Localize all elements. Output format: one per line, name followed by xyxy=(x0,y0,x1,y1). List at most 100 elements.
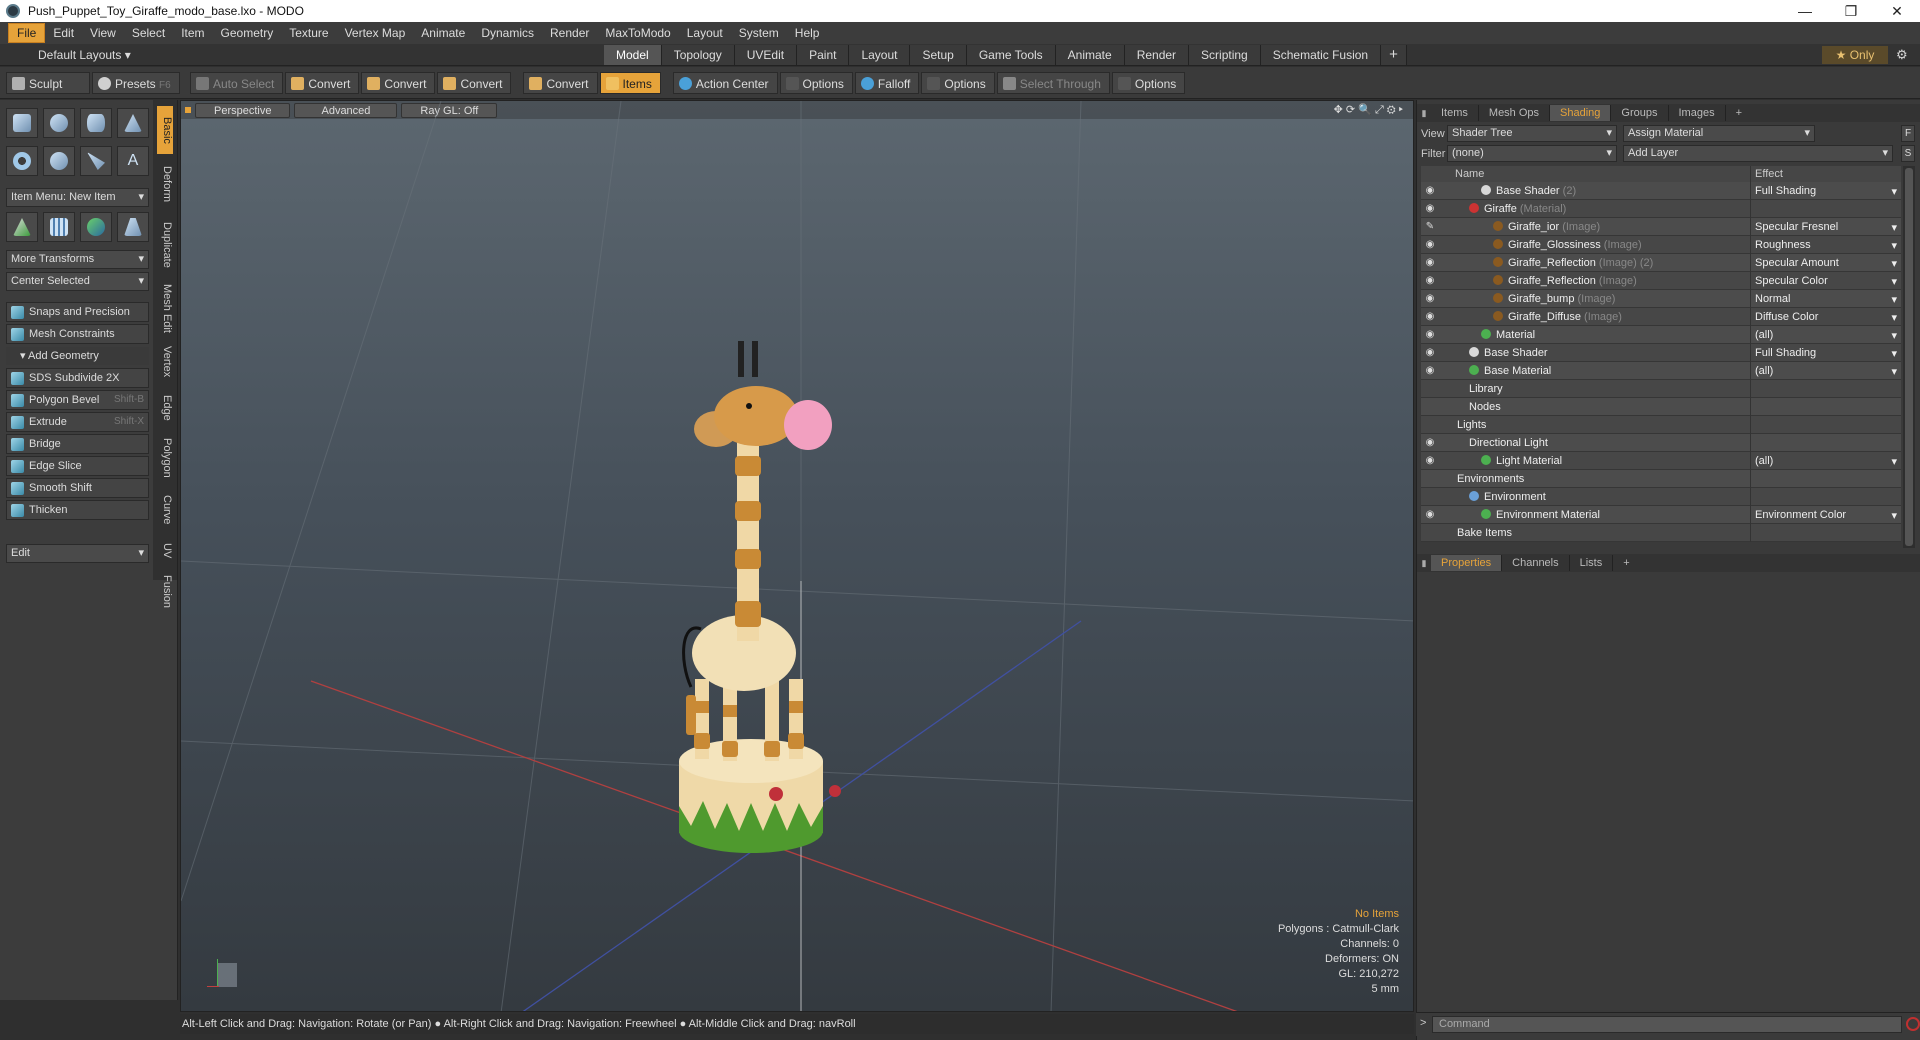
convert-button[interactable]: Convert xyxy=(361,71,436,94)
vtab-fusion[interactable]: Fusion xyxy=(157,570,173,614)
menu-render[interactable]: Render xyxy=(542,24,597,42)
add-tab-button[interactable]: + xyxy=(1613,555,1639,571)
action-center-button[interactable]: Action Center xyxy=(672,71,778,94)
column-name[interactable]: Name xyxy=(1439,166,1751,182)
restore-button[interactable]: ❐ xyxy=(1828,3,1874,20)
shader-tree-row[interactable]: ✎ Giraffe_ior (Image) Specular Fresnel xyxy=(1421,217,1901,236)
snaps-precision-button[interactable]: Snaps and Precision xyxy=(6,302,149,322)
shader-tree-row[interactable]: Environments xyxy=(1421,469,1901,488)
layout-tab-layout[interactable]: Layout xyxy=(849,44,911,65)
shader-tree-scrollbar[interactable] xyxy=(1903,166,1915,548)
layout-tab-scripting[interactable]: Scripting xyxy=(1189,44,1261,65)
tab-shading[interactable]: Shading xyxy=(1550,105,1612,121)
column-effect[interactable]: Effect xyxy=(1751,166,1783,182)
thicken-button[interactable]: Thicken xyxy=(6,500,149,520)
vtab-polygon[interactable]: Polygon xyxy=(157,432,173,484)
layout-tab-animate[interactable]: Animate xyxy=(1055,44,1125,65)
tab-properties[interactable]: Properties xyxy=(1431,555,1503,571)
visibility-eye-icon[interactable]: ◉ xyxy=(1421,329,1439,340)
menu-system[interactable]: System xyxy=(731,24,787,42)
menu-vertex-map[interactable]: Vertex Map xyxy=(337,24,414,42)
menu-layout[interactable]: Layout xyxy=(679,24,731,42)
pen-icon[interactable] xyxy=(80,146,112,176)
cube-icon[interactable] xyxy=(6,108,38,138)
options-button[interactable]: Options xyxy=(921,71,995,94)
torus-icon[interactable] xyxy=(6,146,38,176)
edge-slice-button[interactable]: Edge Slice xyxy=(6,456,149,476)
row-effect[interactable]: Normal xyxy=(1751,293,1901,306)
panel-grip-icon[interactable]: ▮ xyxy=(1417,558,1431,569)
row-effect[interactable]: Full Shading xyxy=(1751,347,1901,360)
only-toggle[interactable]: ★ Only xyxy=(1822,46,1888,64)
row-effect[interactable]: Specular Fresnel xyxy=(1751,221,1901,234)
shader-tree-row[interactable]: ◉ Giraffe (Material) xyxy=(1421,199,1901,218)
3d-viewport[interactable]: Perspective Advanced Ray GL: Off ✥ ⟳ 🔍 ⤢… xyxy=(180,100,1414,1012)
cylinder-icon[interactable] xyxy=(80,108,112,138)
shader-tree-row[interactable]: ◉ Material (all) xyxy=(1421,325,1901,344)
row-effect[interactable]: (all) xyxy=(1751,365,1901,378)
shader-tree-row[interactable]: ◉ Base Material (all) xyxy=(1421,361,1901,380)
shader-tree-row[interactable]: ◉ Base Shader Full Shading xyxy=(1421,343,1901,362)
layout-tab-topology[interactable]: Topology xyxy=(661,44,735,65)
visibility-eye-icon[interactable]: ◉ xyxy=(1421,365,1439,376)
brush-icon[interactable]: ✎ xyxy=(1421,221,1439,232)
cone-icon[interactable] xyxy=(117,108,149,138)
globe-icon[interactable] xyxy=(80,212,112,242)
text-icon[interactable]: A xyxy=(117,146,149,176)
smooth-shift-button[interactable]: Smooth Shift xyxy=(6,478,149,498)
menu-help[interactable]: Help xyxy=(787,24,828,42)
shader-tree-row[interactable]: Library xyxy=(1421,379,1901,398)
tab-channels[interactable]: Channels xyxy=(1502,555,1570,571)
shader-tree-row[interactable]: ◉ Light Material (all) xyxy=(1421,451,1901,470)
row-effect[interactable]: Full Shading xyxy=(1751,185,1901,198)
options-button[interactable]: Options xyxy=(1111,71,1186,94)
layout-tab-setup[interactable]: Setup xyxy=(910,44,967,65)
sds-subdivide-2x-button[interactable]: SDS Subdivide 2X xyxy=(6,368,149,388)
menu-dynamics[interactable]: Dynamics xyxy=(473,24,542,42)
menu-maxtomodo[interactable]: MaxToModo xyxy=(597,24,678,42)
shader-tree-row[interactable]: Bake Items xyxy=(1421,523,1901,542)
row-effect[interactable]: Specular Color xyxy=(1751,275,1901,288)
convert-button[interactable]: Convert xyxy=(523,71,598,94)
menu-texture[interactable]: Texture xyxy=(281,24,336,42)
vtab-vertex[interactable]: Vertex xyxy=(157,340,173,384)
visibility-eye-icon[interactable]: ◉ xyxy=(1421,293,1439,304)
convert-button[interactable]: Convert xyxy=(285,71,360,94)
filter-dropdown[interactable]: (none) xyxy=(1447,145,1617,162)
command-input[interactable]: Command xyxy=(1432,1016,1902,1033)
record-icon[interactable] xyxy=(1906,1017,1920,1031)
grid-icon[interactable] xyxy=(43,212,75,242)
s-button[interactable]: S xyxy=(1901,145,1915,162)
layout-tab-model[interactable]: Model xyxy=(604,44,662,65)
edit-dropdown[interactable]: Edit xyxy=(6,544,149,563)
shader-tree-row[interactable]: ◉ Environment Material Environment Color xyxy=(1421,505,1901,524)
vtab-duplicate[interactable]: Duplicate xyxy=(157,214,173,276)
shader-tree-row[interactable]: Nodes xyxy=(1421,397,1901,416)
auto-select-button[interactable]: Auto Select xyxy=(190,71,284,94)
add-geometry-header[interactable]: ▾ Add Geometry xyxy=(6,347,149,365)
menu-select[interactable]: Select xyxy=(124,24,173,42)
menu-file[interactable]: File xyxy=(8,23,46,43)
tab-lists[interactable]: Lists xyxy=(1570,555,1614,571)
vtab-basic[interactable]: Basic xyxy=(157,106,173,154)
shader-tree-row[interactable]: ◉ Giraffe_bump (Image) Normal xyxy=(1421,289,1901,308)
add-layer-dropdown[interactable]: Add Layer xyxy=(1623,145,1893,162)
vtab-curve[interactable]: Curve xyxy=(157,488,173,532)
vtab-deform[interactable]: Deform xyxy=(157,158,173,210)
visibility-eye-icon[interactable]: ◉ xyxy=(1421,311,1439,322)
options-button[interactable]: Options xyxy=(779,71,853,94)
visibility-eye-icon[interactable]: ◉ xyxy=(1421,347,1439,358)
tab-images[interactable]: Images xyxy=(1669,105,1726,121)
visibility-eye-icon[interactable]: ◉ xyxy=(1421,257,1439,268)
shader-tree-row[interactable]: Lights xyxy=(1421,415,1901,434)
layout-tab-paint[interactable]: Paint xyxy=(797,44,850,65)
menu-animate[interactable]: Animate xyxy=(413,24,473,42)
presets-button[interactable]: Presets F6 xyxy=(92,71,180,94)
visibility-eye-icon[interactable]: ◉ xyxy=(1421,275,1439,286)
shader-tree-row[interactable]: ◉ Base Shader (2) Full Shading xyxy=(1421,181,1901,200)
gear-icon[interactable]: ⚙ xyxy=(1896,47,1908,63)
mesh-constraints-button[interactable]: Mesh Constraints xyxy=(6,324,149,344)
shader-tree-row[interactable]: ◉ Giraffe_Reflection (Image) (2) Specular … xyxy=(1421,253,1901,272)
polygon-bevel-button[interactable]: Polygon Bevel Shift-B xyxy=(6,390,149,410)
bridge-button[interactable]: Bridge xyxy=(6,434,149,454)
